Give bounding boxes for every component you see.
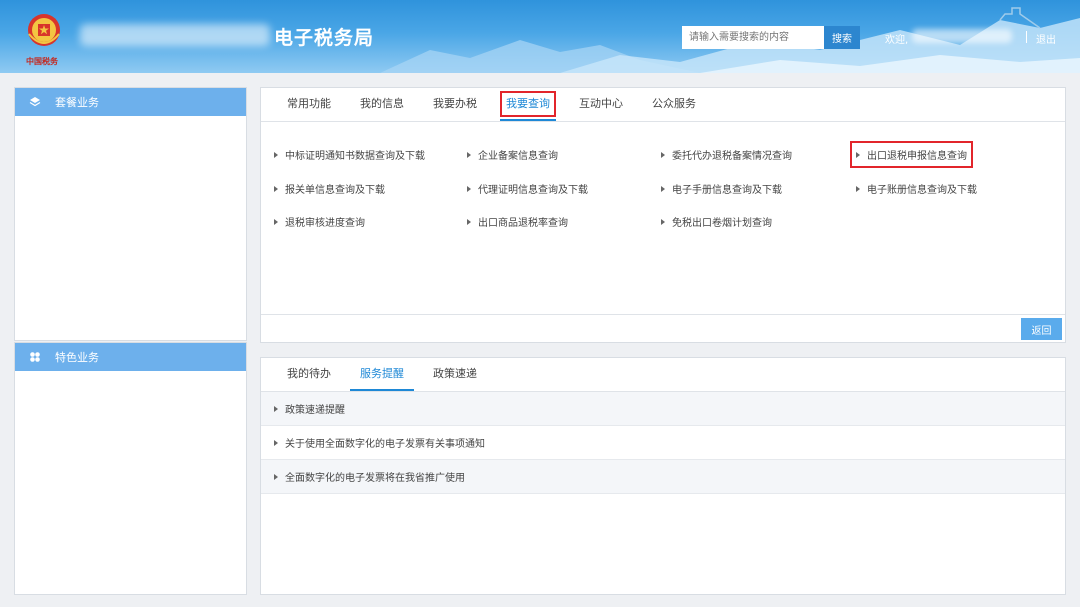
special-business-panel: 特色业务	[14, 342, 247, 595]
caret-right-icon	[467, 185, 471, 192]
clover-icon	[29, 351, 41, 363]
list-item[interactable]: 全面数字化的电子发票将在我省推广使用	[261, 460, 1065, 494]
package-business-panel: 套餐业务	[14, 87, 247, 341]
link-label: 企业备案信息查询	[478, 151, 558, 162]
tab-my-todo[interactable]: 我的待办	[277, 357, 341, 391]
username-blurred	[912, 29, 1012, 43]
link-label: 电子手册信息查询及下载	[672, 185, 782, 196]
special-business-title: 特色业务	[55, 351, 99, 364]
link-label: 委托代办退税备案情况查询	[672, 151, 792, 162]
link-electronic-ledger-query[interactable]: 电子账册信息查询及下载	[856, 181, 977, 196]
link-export-refund-rate-query[interactable]: 出口商品退税率查询	[467, 214, 568, 229]
special-business-header[interactable]: 特色业务	[15, 343, 246, 371]
tab-tax-handling[interactable]: 我要办税	[423, 87, 487, 121]
layers-icon	[29, 96, 41, 108]
tab-service-reminder[interactable]: 服务提醒	[350, 357, 414, 391]
main-function-card: 常用功能 我的信息 我要办税 我要查询 互动中心 公众服务 中标证明通知书数据查…	[260, 87, 1066, 343]
list-item[interactable]: 政策速递提醒	[261, 392, 1065, 426]
link-agency-certificate-query[interactable]: 代理证明信息查询及下载	[467, 181, 588, 196]
tab-interaction-center[interactable]: 互动中心	[569, 87, 633, 121]
tab-query[interactable]: 我要查询	[496, 87, 560, 121]
link-label: 出口退税申报信息查询	[867, 151, 967, 162]
logout-link[interactable]: 退出	[1036, 31, 1056, 46]
link-refund-review-progress-query[interactable]: 退税审核进度查询	[274, 214, 365, 229]
notice-label: 全面数字化的电子发票将在我省推广使用	[285, 473, 465, 484]
caret-right-icon	[274, 218, 278, 225]
link-label: 报关单信息查询及下载	[285, 185, 385, 196]
caret-right-icon	[274, 185, 278, 192]
notice-label: 关于使用全面数字化的电子发票有关事项通知	[285, 439, 485, 450]
caret-right-icon	[661, 185, 665, 192]
link-label: 代理证明信息查询及下载	[478, 185, 588, 196]
caret-right-icon	[467, 218, 471, 225]
query-links-grid: 中标证明通知书数据查询及下载 企业备案信息查询 委托代办退税备案情况查询 出口退…	[261, 122, 1065, 314]
caret-right-icon	[467, 151, 471, 158]
tab-my-info[interactable]: 我的信息	[350, 87, 414, 121]
caret-right-icon	[661, 218, 665, 225]
return-button[interactable]: 返回	[1021, 318, 1062, 340]
search-input[interactable]	[682, 26, 824, 49]
link-bid-certificate-query[interactable]: 中标证明通知书数据查询及下载	[274, 147, 425, 162]
header-banner: 中国税务 电子税务局 搜索 欢迎, 退出	[0, 0, 1080, 73]
list-item[interactable]: 关于使用全面数字化的电子发票有关事项通知	[261, 426, 1065, 460]
card-footer: 返回	[261, 314, 1065, 342]
emblem-caption: 中国税务	[26, 57, 58, 66]
link-customs-declaration-query[interactable]: 报关单信息查询及下载	[274, 181, 385, 196]
header-divider	[1026, 31, 1027, 43]
welcome-text: 欢迎,	[885, 35, 909, 46]
link-label: 出口商品退税率查询	[478, 218, 568, 229]
caret-right-icon	[856, 185, 860, 192]
caret-right-icon	[274, 473, 278, 480]
package-business-title: 套餐业务	[55, 96, 99, 109]
link-label: 中标证明通知书数据查询及下载	[285, 151, 425, 162]
notice-label: 政策速递提醒	[285, 405, 345, 416]
caret-right-icon	[274, 405, 278, 412]
caret-right-icon	[274, 439, 278, 446]
tab-public-service[interactable]: 公众服务	[642, 87, 706, 121]
site-title: 电子税务局	[274, 27, 375, 49]
caret-right-icon	[274, 151, 278, 158]
link-duty-free-cigarette-plan-query[interactable]: 免税出口卷烟计划查询	[661, 214, 772, 229]
search-button[interactable]: 搜索	[824, 26, 860, 49]
site-region-name-blurred	[80, 24, 270, 46]
tab-common-functions[interactable]: 常用功能	[277, 87, 341, 121]
link-label: 电子账册信息查询及下载	[867, 185, 977, 196]
link-agent-refund-filing-query[interactable]: 委托代办退税备案情况查询	[661, 147, 792, 162]
notice-tabs: 我的待办 服务提醒 政策速递	[261, 358, 1065, 392]
caret-right-icon	[661, 151, 665, 158]
caret-right-icon	[856, 151, 860, 158]
link-label: 免税出口卷烟计划查询	[672, 218, 772, 229]
notice-card: 我的待办 服务提醒 政策速递 政策速递提醒 关于使用全面数字化的电子发票有关事项…	[260, 357, 1066, 595]
link-export-refund-declaration-query[interactable]: 出口退税申报信息查询	[850, 141, 973, 168]
tab-policy-express[interactable]: 政策速递	[423, 357, 487, 391]
link-electronic-manual-query[interactable]: 电子手册信息查询及下载	[661, 181, 782, 196]
package-business-header[interactable]: 套餐业务	[15, 88, 246, 116]
link-enterprise-filing-query[interactable]: 企业备案信息查询	[467, 147, 558, 162]
link-label: 退税审核进度查询	[285, 218, 365, 229]
function-tabs: 常用功能 我的信息 我要办税 我要查询 互动中心 公众服务	[261, 88, 1065, 122]
